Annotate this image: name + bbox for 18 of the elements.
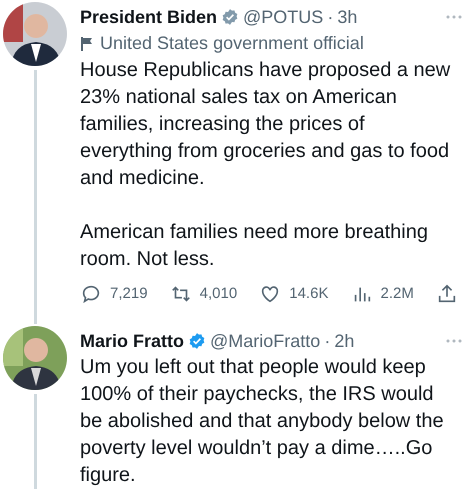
separator-dot: ·: [324, 330, 330, 352]
author-handle[interactable]: @POTUS: [243, 4, 324, 30]
flag-icon: [80, 36, 94, 52]
separator-dot: ·: [327, 6, 334, 29]
tweet-text: House Republicans have proposed a new 23% national sales tax on American families, increasing the prices of everything from groceries and gas to food and medicine.: [80, 58, 452, 191]
timestamp[interactable]: 2h: [334, 328, 354, 354]
author-handle[interactable]: @MarioFratto: [210, 328, 320, 354]
timestamp[interactable]: 3h: [337, 4, 358, 30]
action-count: 4,010: [200, 284, 238, 304]
reply-icon[interactable]: [80, 283, 102, 306]
action-count: 14.6K: [289, 284, 328, 304]
action-count: 2.2M: [380, 284, 414, 304]
tweet-text: Um you left out that people would keep 100% of their paychecks, the IRS would be abolished and that anybody below the poverty level wouldn’t pay a dime…..Go figure.: [80, 354, 445, 488]
author-name[interactable]: President Biden: [80, 4, 218, 30]
account-label: United States government official: [100, 32, 364, 55]
tweet-text: American families need more breathing room. Not less.: [80, 220, 429, 272]
author-name[interactable]: Mario Fratto: [80, 328, 184, 354]
action-count: 7,219: [110, 284, 148, 304]
